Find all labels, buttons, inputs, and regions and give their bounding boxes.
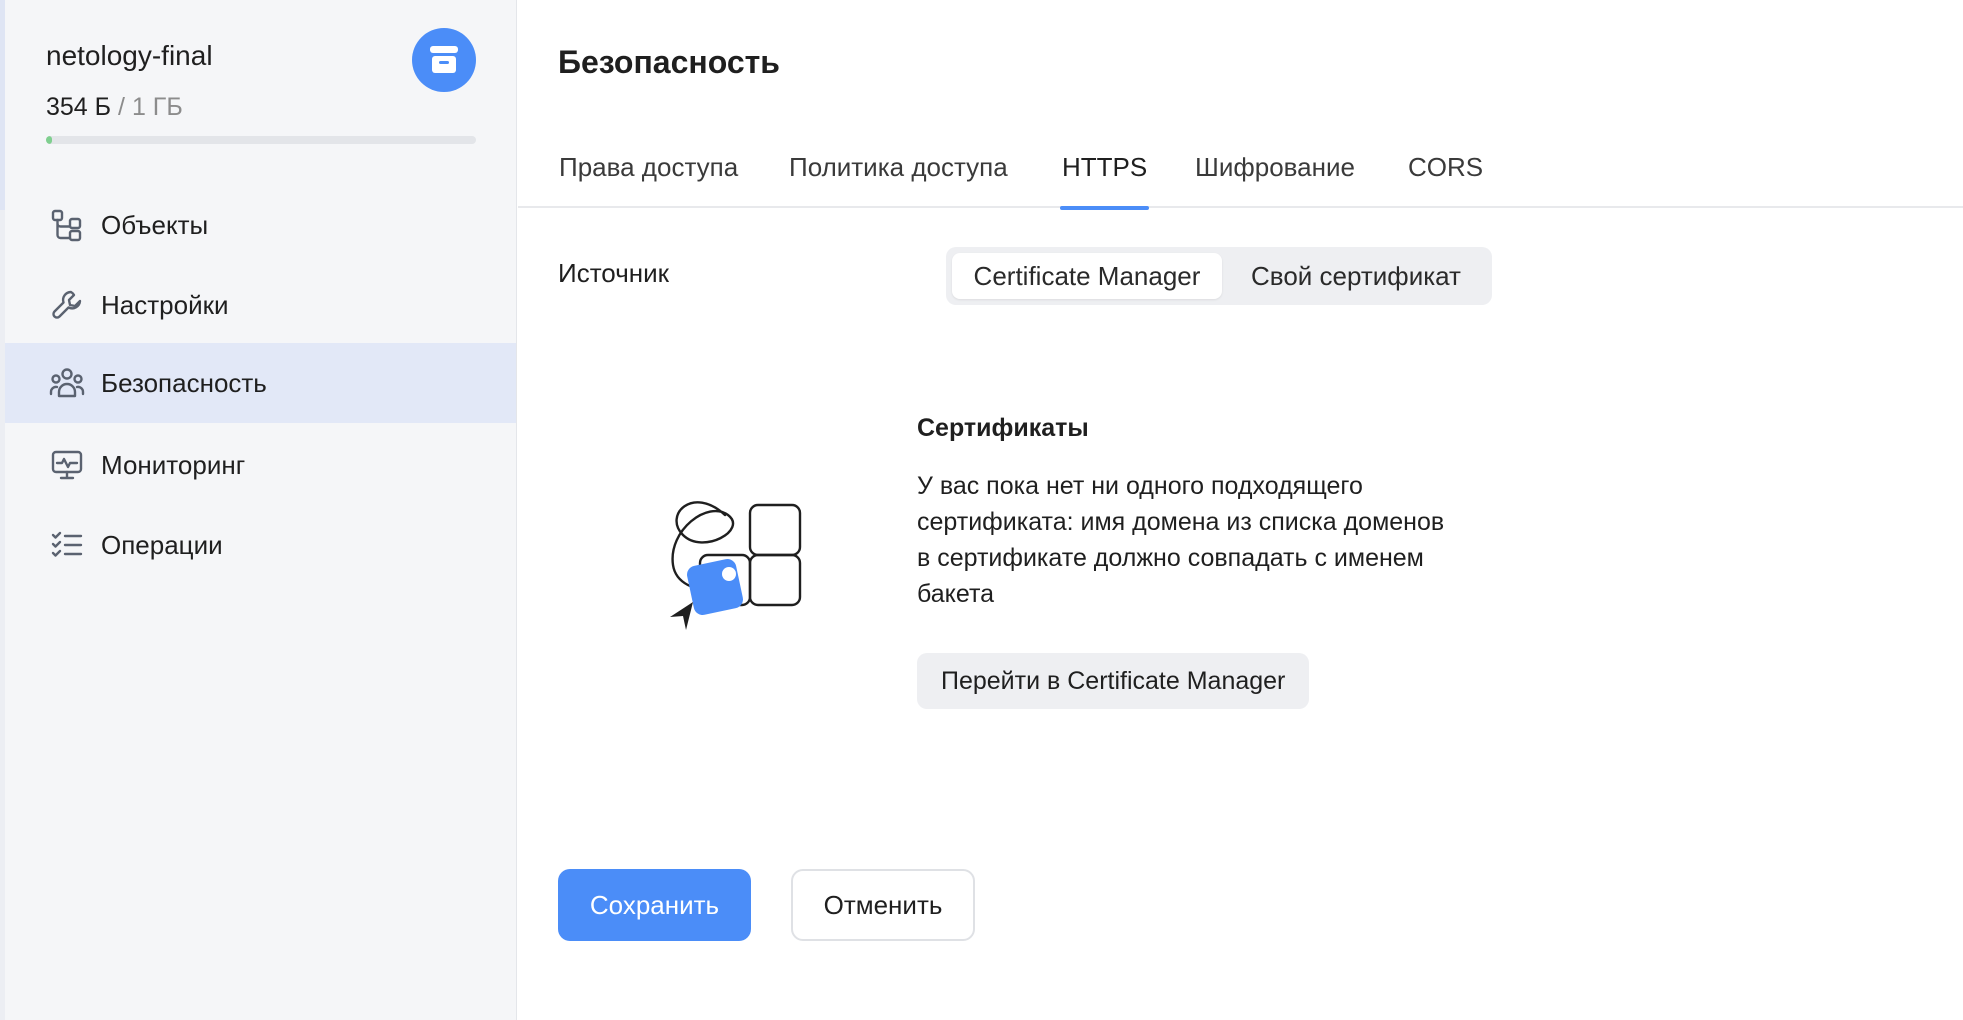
sidebar-item-operations[interactable]: Операции xyxy=(5,505,516,585)
wrench-icon xyxy=(47,285,87,325)
source-label: Источник xyxy=(558,258,669,288)
sidebar-item-label: Безопасность xyxy=(101,367,267,398)
certificates-title: Сертификаты xyxy=(917,414,1089,442)
storage-usage: 354 Б / 1 ГБ xyxy=(46,93,183,122)
monitor-icon xyxy=(47,445,87,485)
goto-certificate-manager-button[interactable]: Перейти в Certificate Manager xyxy=(917,653,1310,709)
storage-usage-fill xyxy=(46,136,53,144)
objects-icon xyxy=(47,205,87,245)
page-title: Безопасность xyxy=(558,44,780,80)
storage-used: 354 Б xyxy=(46,93,112,121)
bucket-name: netology-final xyxy=(46,40,213,71)
tabs: Права доступа Политика доступа HTTPS Шиф… xyxy=(518,140,1963,210)
source-option-own-certificate[interactable]: Свой сертификат xyxy=(1226,253,1486,299)
bucket-icon[interactable] xyxy=(412,28,476,92)
tab-access-policy[interactable]: Политика доступа xyxy=(789,152,1008,208)
sidebar-item-label: Мониторинг xyxy=(101,449,246,480)
sidebar-item-monitoring[interactable]: Мониторинг xyxy=(5,425,516,505)
sidebar-item-security[interactable]: Безопасность xyxy=(5,343,516,423)
sidebar-item-settings[interactable]: Настройки xyxy=(5,265,516,345)
sidebar-item-label: Объекты xyxy=(101,209,209,240)
storage-usage-bar xyxy=(46,136,476,144)
tab-cors[interactable]: CORS xyxy=(1408,152,1483,208)
tab-encryption[interactable]: Шифрование xyxy=(1195,152,1355,208)
checklist-icon xyxy=(47,525,87,565)
sidebar-item-objects[interactable]: Объекты xyxy=(5,185,516,265)
source-option-certificate-manager[interactable]: Certificate Manager xyxy=(952,253,1222,299)
sidebar-item-label: Настройки xyxy=(101,289,229,320)
cancel-button[interactable]: Отменить xyxy=(791,869,975,941)
source-switch: Certificate Manager Свой сертификат xyxy=(946,247,1492,305)
certificates-illustration xyxy=(658,490,838,640)
tab-access-rights[interactable]: Права доступа xyxy=(559,152,738,208)
sidebar: netology-final 354 Б / 1 ГБ Объекты Наст… xyxy=(0,0,517,1020)
main-content: Безопасность Права доступа Политика дост… xyxy=(518,0,1963,1020)
save-button[interactable]: Сохранить xyxy=(558,869,751,941)
storage-separator: / xyxy=(118,93,125,121)
users-icon xyxy=(47,363,87,403)
storage-total: 1 ГБ xyxy=(131,93,183,121)
sidebar-item-label: Операции xyxy=(101,529,223,560)
tab-https[interactable]: HTTPS xyxy=(1059,152,1150,210)
certificates-description: У вас пока нет ни одного подходящего сер… xyxy=(917,472,1445,608)
